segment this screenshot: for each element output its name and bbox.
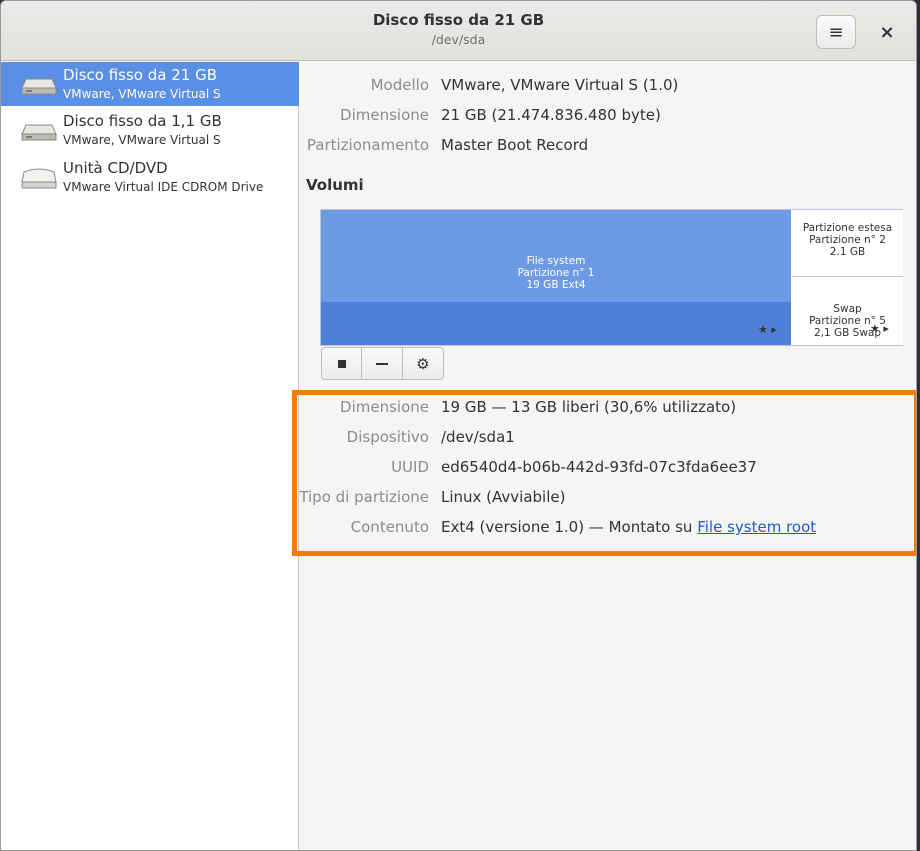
volume-toolbar: ⚙ <box>321 347 444 380</box>
volume-type: Partizione estesa <box>802 222 893 234</box>
disks-window: Disco fisso da 21 GB /dev/sda ≡ × Disco … <box>0 0 917 851</box>
stop-icon <box>337 359 346 368</box>
close-icon: × <box>879 21 895 43</box>
drive-item-cdrom[interactable]: Unità CD/DVD VMware Virtual IDE CDROM Dr… <box>1 155 299 199</box>
size-row: Dimensione 21 GB (21.474.836.480 byte) <box>300 106 900 128</box>
window-subtitle: /dev/sda <box>431 32 486 47</box>
menu-button[interactable]: ≡ <box>816 15 856 49</box>
remove-icon <box>376 362 389 365</box>
drive-description: VMware, VMware Virtual S <box>63 87 221 101</box>
volume-partition-1[interactable]: File system Partizione n° 1 19 GB Ext4 ★… <box>321 210 791 345</box>
remove-partition-button[interactable] <box>362 348 403 379</box>
size-label: Dimensione <box>340 106 429 124</box>
highlight-box <box>292 390 916 556</box>
volume-size: 2.1 GB <box>829 246 866 258</box>
header-bar: Disco fisso da 21 GB /dev/sda ≡ × <box>1 1 916 61</box>
size-value: 21 GB (21.474.836.480 byte) <box>441 106 661 124</box>
drive-name: Disco fisso da 21 GB <box>63 66 217 84</box>
mounted-star-icon: ★ ▸ <box>758 323 777 336</box>
hamburger-menu-icon: ≡ <box>828 21 844 43</box>
model-row: Modello VMware, VMware Virtual S (1.0) <box>300 76 900 98</box>
drive-name: Unità CD/DVD <box>63 159 168 177</box>
model-label: Modello <box>370 76 429 94</box>
gears-icon: ⚙ <box>416 354 430 373</box>
drive-description: VMware Virtual IDE CDROM Drive <box>63 180 264 194</box>
close-button[interactable]: × <box>870 15 904 49</box>
volume-type: Swap <box>833 303 862 315</box>
volume-partition-number: Partizione n° 1 <box>517 267 595 279</box>
drive-name: Disco fisso da 1,1 GB <box>63 112 222 130</box>
volume-extended-partition[interactable]: Partizione estesa Partizione n° 2 2.1 GB <box>792 210 903 277</box>
drive-item-21gb[interactable]: Disco fisso da 21 GB VMware, VMware Virt… <box>1 62 299 106</box>
drive-item-1gb[interactable]: Disco fisso da 1,1 GB VMware, VMware Vir… <box>1 108 299 152</box>
hard-disk-icon <box>21 78 57 95</box>
hard-disk-icon <box>21 124 57 141</box>
drive-list-sidebar: Disco fisso da 21 GB VMware, VMware Virt… <box>1 62 299 850</box>
partitioning-row: Partizionamento Master Boot Record <box>300 136 900 158</box>
swap-active-star-icon: ★ ▸ <box>870 322 889 335</box>
stop-button[interactable] <box>322 348 363 379</box>
partition-options-button[interactable]: ⚙ <box>403 348 443 379</box>
volume-partition-number: Partizione n° 2 <box>809 234 886 246</box>
window-title: Disco fisso da 21 GB <box>372 11 545 29</box>
partitioning-label: Partizionamento <box>306 136 429 154</box>
volume-map: File system Partizione n° 1 19 GB Ext4 ★… <box>320 209 903 346</box>
drive-description: VMware, VMware Virtual S <box>63 133 221 147</box>
volume-type: File system <box>526 255 586 267</box>
optical-drive-icon <box>21 168 57 189</box>
model-value: VMware, VMware Virtual S (1.0) <box>441 76 679 94</box>
volume-size: 19 GB Ext4 <box>526 279 586 291</box>
volumes-heading: Volumi <box>306 176 364 194</box>
partitioning-value: Master Boot Record <box>441 136 589 154</box>
volume-swap-partition[interactable]: Swap Partizione n° 5 2,1 GB Swap ★ ▸ <box>792 277 903 345</box>
